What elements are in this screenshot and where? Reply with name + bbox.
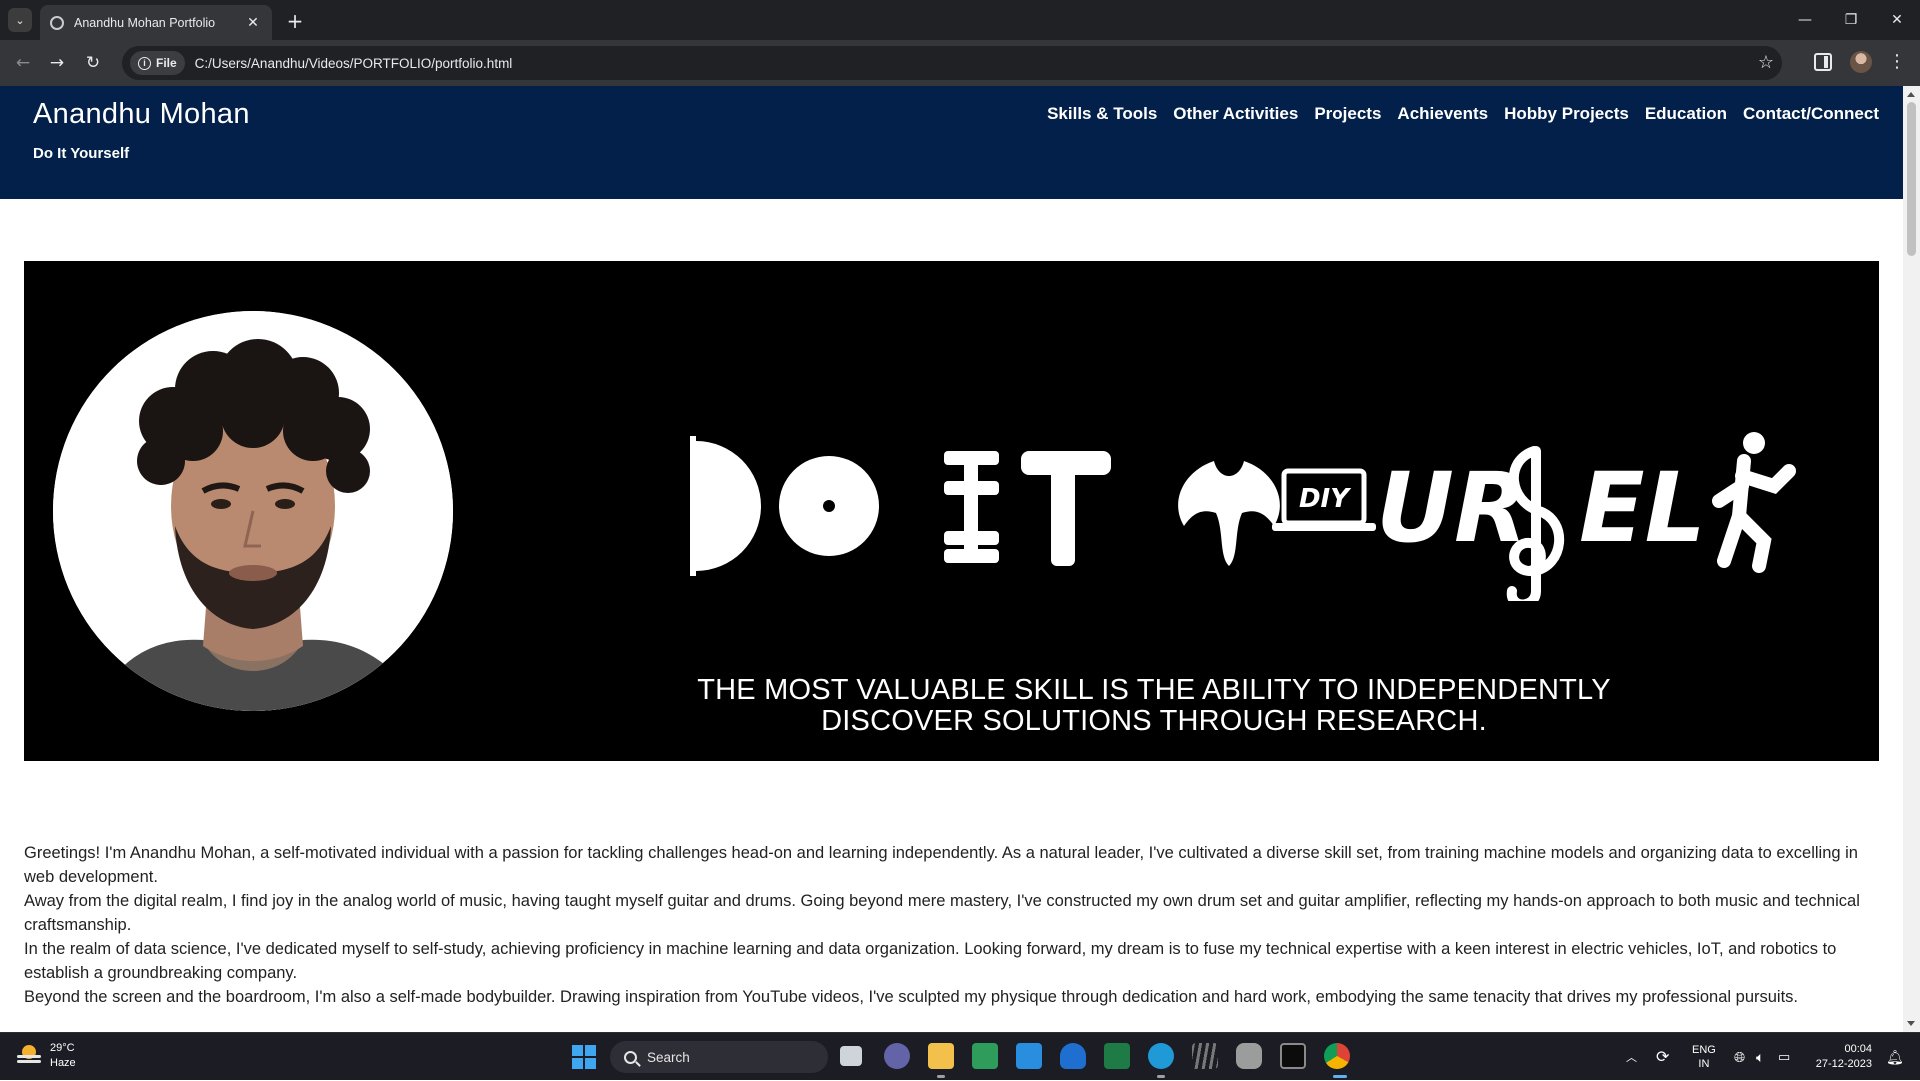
kebab-menu-icon[interactable]: ⋮ — [1888, 51, 1906, 72]
spreadsheet-app-icon[interactable] — [972, 1043, 998, 1069]
new-tab-plus-icon[interactable]: + — [282, 8, 308, 34]
excel-icon[interactable] — [1104, 1043, 1130, 1069]
windows-taskbar: 29°C Haze Search ︿ ⟳ ENG IN 🌐︎ 🔈︎ ▭ 00:0… — [0, 1032, 1920, 1080]
language-region: IN — [1698, 1058, 1710, 1070]
edge-browser-icon[interactable] — [1148, 1043, 1174, 1069]
mail-icon[interactable] — [1016, 1043, 1042, 1069]
scroll-down-arrow-icon[interactable] — [1907, 1021, 1915, 1026]
forward-arrow-icon[interactable]: → — [44, 50, 70, 76]
browser-tab-active[interactable]: Anandhu Mohan Portfolio ✕ — [40, 5, 272, 40]
volume-icon[interactable]: 🔈︎ — [1756, 1033, 1764, 1081]
terminal-icon[interactable] — [1280, 1043, 1306, 1069]
diy-hero-artwork: DIY UR EL — [690, 432, 1796, 601]
search-icon — [624, 1050, 637, 1064]
about-paragraph-data-science: In the realm of data science, I've dedic… — [24, 940, 1837, 982]
browser-toolbar: ← → ↻ i File C:/Users/Anandhu/Videos/POR… — [0, 40, 1920, 86]
info-icon: i — [138, 56, 151, 70]
nav-link-hobby-projects[interactable]: Hobby Projects — [1504, 104, 1629, 124]
teams-chat-icon[interactable] — [884, 1043, 910, 1069]
language-code: ENG — [1692, 1044, 1716, 1056]
weather-condition: Haze — [50, 1057, 76, 1069]
clock[interactable]: 00:04 27-12-2023 — [1812, 1033, 1872, 1081]
nav-link-education[interactable]: Education — [1645, 104, 1727, 124]
site-header: Anandhu Mohan Do It Yourself Skills & To… — [0, 86, 1903, 199]
svg-text:UR: UR — [1376, 452, 1528, 564]
weather-text: 29°C Haze — [50, 1041, 76, 1071]
browser-tab-strip: ⌄ Anandhu Mohan Portfolio ✕ + — ❐ ✕ — [0, 0, 1920, 40]
site-info-chip[interactable]: i File — [130, 51, 185, 75]
restore-icon[interactable]: ❐ — [1828, 0, 1874, 40]
store-bag-icon[interactable] — [1060, 1043, 1086, 1069]
language-indicator[interactable]: ENG IN — [1692, 1033, 1716, 1081]
nav-link-skills-tools[interactable]: Skills & Tools — [1047, 104, 1157, 124]
nav-link-achievements[interactable]: Achievents — [1397, 104, 1488, 124]
taskbar-search[interactable]: Search — [610, 1041, 828, 1073]
tab-title: Anandhu Mohan Portfolio — [74, 15, 216, 30]
task-view-icon[interactable] — [840, 1046, 862, 1066]
file-explorer-icon[interactable] — [928, 1043, 954, 1069]
clock-time: 00:04 — [1844, 1043, 1872, 1055]
network-globe-icon[interactable]: 🌐︎ — [1734, 1033, 1745, 1081]
battery-icon[interactable]: ▭ — [1778, 1033, 1790, 1081]
tab-search-chevron-icon[interactable]: ⌄ — [8, 8, 32, 32]
tab-close-icon[interactable]: ✕ — [244, 15, 262, 31]
site-nav: Skills & Tools Other Activities Projects… — [1047, 104, 1879, 124]
portrait-illustration — [53, 311, 453, 711]
about-paragraph-music: Away from the digital realm, I find joy … — [24, 892, 1860, 934]
chrome-active-indicator — [1333, 1075, 1347, 1078]
windows-start-icon[interactable] — [572, 1045, 596, 1069]
site-tagline: Do It Yourself — [33, 145, 130, 162]
nav-link-projects[interactable]: Projects — [1314, 104, 1381, 124]
url-text[interactable]: C:/Users/Anandhu/Videos/PORTFOLIO/portfo… — [195, 56, 513, 71]
hero-badge-text: DIY — [1299, 484, 1352, 514]
about-paragraph-intro: Greetings! I'm Anandhu Mohan, a self-mot… — [24, 844, 1858, 886]
minimize-icon[interactable]: — — [1782, 0, 1828, 40]
sync-icon[interactable]: ⟳ — [1656, 1033, 1669, 1081]
file-explorer-running-indicator — [937, 1075, 945, 1078]
reload-icon[interactable]: ↻ — [80, 50, 106, 76]
profile-photo — [53, 311, 453, 711]
scrollbar-thumb[interactable] — [1907, 102, 1916, 256]
banner-quote-line-2: DISCOVER SOLUTIONS THROUGH RESEARCH. — [821, 705, 1487, 737]
site-name: Anandhu Mohan — [33, 98, 250, 130]
weather-widget[interactable]: 29°C Haze — [16, 1041, 76, 1071]
page-scrollbar[interactable] — [1903, 86, 1920, 1032]
edge-running-indicator — [1157, 1075, 1165, 1078]
taskbar-search-label: Search — [647, 1049, 690, 1065]
hero-banner: DIY UR EL THE MOST VALUABLE SKILL IS THE… — [24, 261, 1879, 761]
url-scheme-label: File — [156, 56, 177, 70]
show-hidden-icons-chevron-icon[interactable]: ︿ — [1626, 1033, 1637, 1081]
notification-bell-icon[interactable]: 🔔︎ — [1886, 1033, 1904, 1081]
window-controls: — ❐ ✕ — [1782, 0, 1920, 40]
weather-temperature: 29°C — [50, 1042, 75, 1054]
bookmark-star-icon[interactable]: ☆ — [1758, 52, 1774, 73]
address-bar[interactable]: i File C:/Users/Anandhu/Videos/PORTFOLIO… — [122, 46, 1782, 80]
nav-link-other-activities[interactable]: Other Activities — [1173, 104, 1298, 124]
banner-quote-line-1: THE MOST VALUABLE SKILL IS THE ABILITY T… — [697, 674, 1611, 706]
clock-date: 27-12-2023 — [1815, 1058, 1872, 1070]
nav-link-contact[interactable]: Contact/Connect — [1743, 104, 1879, 124]
profile-avatar[interactable] — [1850, 51, 1872, 73]
side-panel-icon[interactable] — [1814, 53, 1832, 71]
chrome-icon[interactable] — [1324, 1043, 1350, 1069]
haze-weather-icon — [16, 1043, 42, 1069]
striped-app-icon[interactable] — [1192, 1043, 1218, 1069]
scroll-up-arrow-icon[interactable] — [1907, 92, 1915, 97]
about-paragraph-bodybuilding: Beyond the screen and the boardroom, I'm… — [24, 988, 1798, 1006]
camera-app-icon[interactable] — [1236, 1043, 1262, 1069]
about-section: Greetings! I'm Anandhu Mohan, a self-mot… — [24, 841, 1879, 1009]
page-viewport: Anandhu Mohan Do It Yourself Skills & To… — [0, 86, 1903, 1032]
globe-icon — [50, 15, 64, 30]
banner-quote: THE MOST VALUABLE SKILL IS THE ABILITY T… — [674, 675, 1634, 737]
back-arrow-icon[interactable]: ← — [10, 50, 36, 76]
close-window-icon[interactable]: ✕ — [1874, 0, 1920, 40]
svg-text:EL: EL — [1579, 452, 1706, 564]
